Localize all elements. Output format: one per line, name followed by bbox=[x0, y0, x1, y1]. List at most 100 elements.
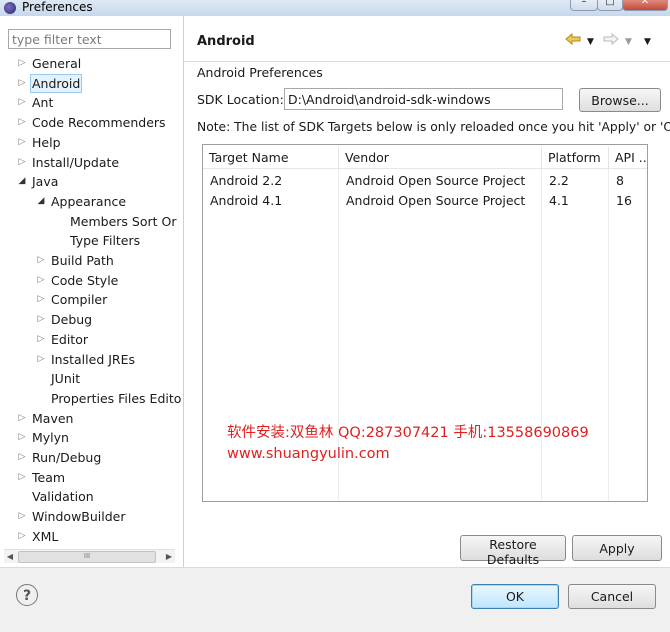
cell-platform: 4.1 bbox=[549, 193, 569, 208]
tree-item-maven[interactable]: ▷ Maven bbox=[0, 409, 183, 428]
collapsed-twisty-icon[interactable]: ▷ bbox=[36, 330, 46, 349]
section-label: Android Preferences bbox=[197, 65, 323, 80]
page-header: Android ▼ ▼ ▼ bbox=[184, 16, 670, 62]
tree-item-type-filters[interactable]: Type Filters bbox=[0, 231, 183, 250]
tree-item-debug[interactable]: ▷ Debug bbox=[0, 310, 183, 329]
tree-item-appearance[interactable]: ◢ Appearance bbox=[0, 192, 183, 211]
column-header-target-name[interactable]: Target Name bbox=[203, 147, 339, 169]
tree-item-label: Debug bbox=[51, 312, 93, 328]
tree-item-code-style[interactable]: ▷ Code Style bbox=[0, 271, 183, 290]
collapsed-twisty-icon[interactable]: ▷ bbox=[17, 74, 27, 93]
collapsed-twisty-icon[interactable]: ▷ bbox=[17, 468, 27, 487]
scroll-left-icon[interactable]: ◀ bbox=[4, 550, 16, 563]
sdk-location-label: SDK Location: bbox=[197, 92, 284, 107]
back-dropdown-icon[interactable]: ▼ bbox=[587, 33, 594, 51]
back-arrow-icon[interactable] bbox=[565, 33, 581, 45]
tree-item-install-update[interactable]: ▷ Install/Update bbox=[0, 153, 183, 172]
tree-item-ant[interactable]: ▷ Ant bbox=[0, 93, 183, 112]
restore-defaults-button[interactable]: Restore Defaults bbox=[460, 535, 566, 567]
tree-item-properties-files-edito[interactable]: Properties Files Edito bbox=[0, 389, 183, 408]
tree-item-mylyn[interactable]: ▷ Mylyn bbox=[0, 428, 183, 447]
scroll-right-icon[interactable]: ▶ bbox=[163, 550, 175, 563]
dialog-button-bar: ? OK Cancel bbox=[0, 567, 670, 632]
tree-item-build-path[interactable]: ▷ Build Path bbox=[0, 251, 183, 270]
tree-horizontal-scrollbar[interactable]: ◀ III ▶ bbox=[4, 549, 175, 563]
tree-item-label: Appearance bbox=[51, 193, 127, 209]
forward-dropdown-icon[interactable]: ▼ bbox=[625, 33, 632, 51]
collapsed-twisty-icon[interactable]: ▷ bbox=[36, 350, 46, 369]
tree-item-help[interactable]: ▷ Help bbox=[0, 133, 183, 152]
minimize-button[interactable]: – bbox=[570, 0, 598, 11]
help-icon[interactable]: ? bbox=[16, 584, 38, 606]
tree-item-label: Ant bbox=[32, 95, 54, 111]
collapsed-twisty-icon[interactable]: ▷ bbox=[17, 527, 27, 546]
collapsed-twisty-icon[interactable]: ▷ bbox=[17, 428, 27, 447]
scroll-thumb[interactable]: III bbox=[18, 551, 156, 563]
tree-item-run-debug[interactable]: ▷ Run/Debug bbox=[0, 448, 183, 467]
tree-item-label: Run/Debug bbox=[32, 450, 102, 465]
collapsed-twisty-icon[interactable]: ▷ bbox=[17, 409, 27, 428]
tree-item-label: Mylyn bbox=[32, 430, 69, 446]
view-menu-icon[interactable]: ▼ bbox=[644, 33, 651, 51]
collapsed-twisty-icon[interactable]: ▷ bbox=[17, 507, 27, 526]
forward-arrow-icon[interactable] bbox=[603, 33, 619, 45]
tree-item-label: XML bbox=[32, 528, 59, 544]
tree-item-label: Code Recommenders bbox=[32, 115, 166, 131]
cell-target-name: Android 2.2 bbox=[210, 173, 283, 188]
cell-vendor: Android Open Source Project bbox=[346, 193, 526, 208]
tree-item-android[interactable]: ▷ Android bbox=[0, 73, 183, 93]
tree-item-members-sort-or[interactable]: Members Sort Or bbox=[0, 212, 183, 231]
tree-item-label: Members Sort Or bbox=[70, 213, 177, 229]
column-header-platform[interactable]: Platform bbox=[542, 147, 609, 169]
cell-api: 16 bbox=[616, 193, 632, 208]
close-button[interactable]: ✕ bbox=[622, 0, 668, 11]
collapsed-twisty-icon[interactable]: ▷ bbox=[36, 310, 46, 329]
cell-platform: 2.2 bbox=[549, 173, 569, 188]
tree-item-label: Android bbox=[30, 73, 83, 93]
collapsed-twisty-icon[interactable]: ▷ bbox=[36, 271, 46, 290]
tree-item-code-recommenders[interactable]: ▷ Code Recommenders bbox=[0, 113, 183, 132]
tree-item-label: Java bbox=[32, 174, 59, 190]
tree-item-installed-jres[interactable]: ▷ Installed JREs bbox=[0, 350, 183, 369]
tree-item-label: Validation bbox=[32, 489, 94, 505]
tree-item-compiler[interactable]: ▷ Compiler bbox=[0, 290, 183, 309]
collapsed-twisty-icon[interactable]: ▷ bbox=[17, 153, 27, 172]
sdk-location-input[interactable] bbox=[284, 88, 563, 110]
tree-item-label: Code Style bbox=[51, 272, 119, 288]
tree-item-editor[interactable]: ▷ Editor bbox=[0, 330, 183, 349]
page-title: Android bbox=[197, 34, 255, 49]
preference-tree-panel: ▷General▷Android▷Ant▷Code Recommenders▷H… bbox=[0, 16, 184, 567]
tree-item-label: Type Filters bbox=[70, 233, 141, 249]
tree-item-team[interactable]: ▷ Team bbox=[0, 468, 183, 487]
cell-target-name: Android 4.1 bbox=[210, 193, 283, 208]
column-header-api[interactable]: API ... bbox=[609, 147, 647, 169]
tree-item-label: Properties Files Edito bbox=[51, 390, 182, 406]
expanded-twisty-icon[interactable]: ◢ bbox=[36, 192, 46, 211]
tree-item-xml[interactable]: ▷ XML bbox=[0, 527, 183, 546]
expanded-twisty-icon[interactable]: ◢ bbox=[17, 172, 27, 191]
eclipse-app-icon bbox=[4, 2, 16, 14]
filter-input[interactable] bbox=[8, 29, 171, 49]
tree-item-general[interactable]: ▷ General bbox=[0, 54, 183, 73]
maximize-button[interactable]: □ bbox=[597, 0, 623, 11]
collapsed-twisty-icon[interactable]: ▷ bbox=[36, 290, 46, 309]
tree-item-junit[interactable]: JUnit bbox=[0, 369, 183, 388]
cell-api: 8 bbox=[616, 173, 624, 188]
collapsed-twisty-icon[interactable]: ▷ bbox=[17, 113, 27, 132]
tree-item-label: Editor bbox=[51, 331, 88, 347]
watermark-url: www.shuangyulin.com bbox=[227, 446, 390, 462]
collapsed-twisty-icon[interactable]: ▷ bbox=[17, 54, 27, 73]
tree-item-windowbuilder[interactable]: ▷ WindowBuilder bbox=[0, 507, 183, 526]
apply-button[interactable]: Apply bbox=[572, 535, 662, 561]
tree-item-java[interactable]: ◢ Java bbox=[0, 172, 183, 191]
ok-button[interactable]: OK bbox=[471, 584, 559, 609]
collapsed-twisty-icon[interactable]: ▷ bbox=[36, 251, 46, 270]
collapsed-twisty-icon[interactable]: ▷ bbox=[17, 93, 27, 112]
tree-item-validation[interactable]: Validation bbox=[0, 487, 183, 506]
collapsed-twisty-icon[interactable]: ▷ bbox=[17, 133, 27, 152]
browse-button[interactable]: Browse... bbox=[579, 88, 661, 112]
collapsed-twisty-icon[interactable]: ▷ bbox=[17, 448, 27, 467]
watermark-contact: 软件安装:双鱼林 QQ:287307421 手机:13558690869 bbox=[227, 425, 589, 441]
column-header-vendor[interactable]: Vendor bbox=[339, 147, 542, 169]
cancel-button[interactable]: Cancel bbox=[568, 584, 656, 609]
